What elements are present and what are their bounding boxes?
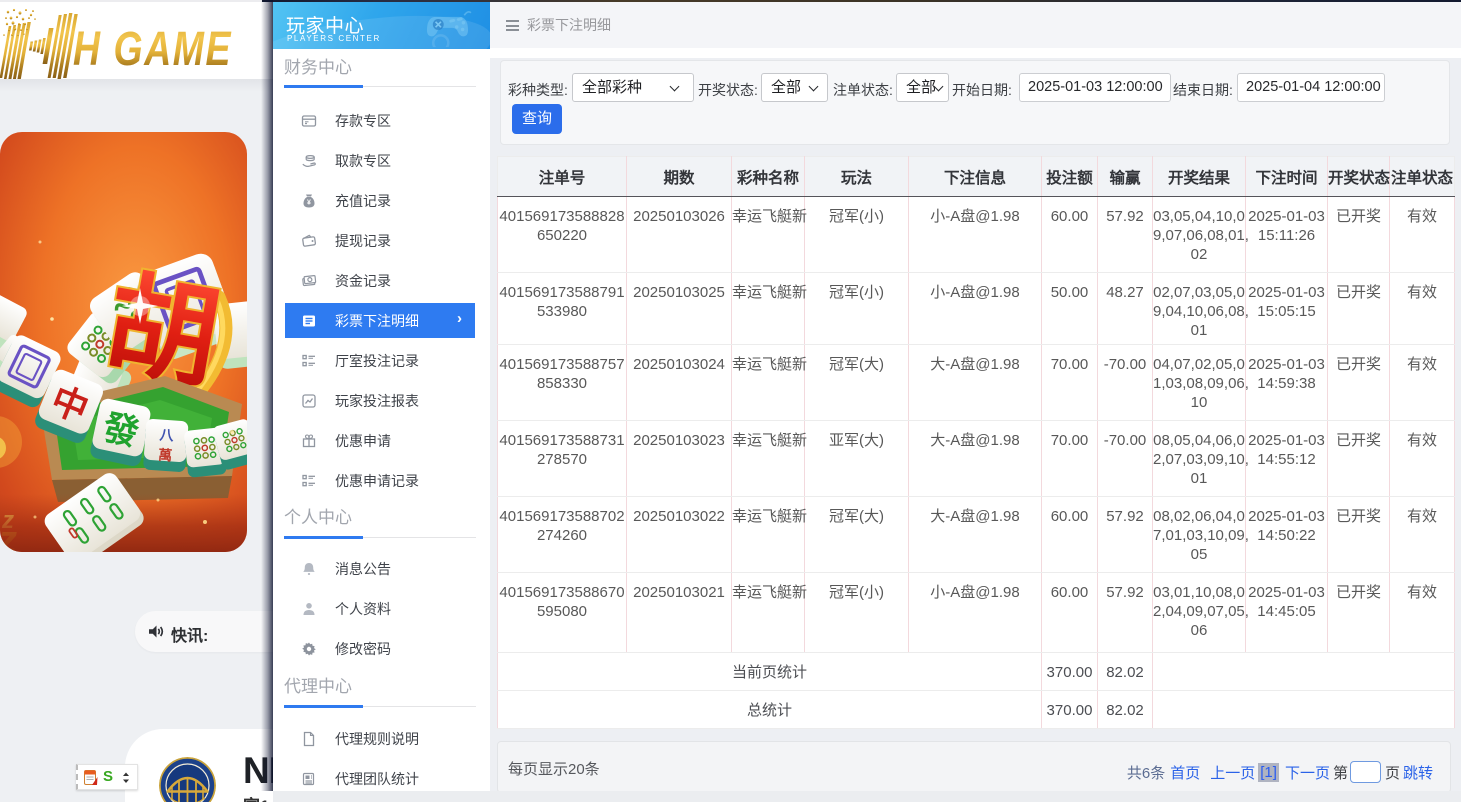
svg-text:八: 八 <box>158 426 175 443</box>
svg-text:¥: ¥ <box>307 200 311 207</box>
svg-text:H GAME: H GAME <box>73 23 232 77</box>
svg-text:萬: 萬 <box>158 447 173 464</box>
